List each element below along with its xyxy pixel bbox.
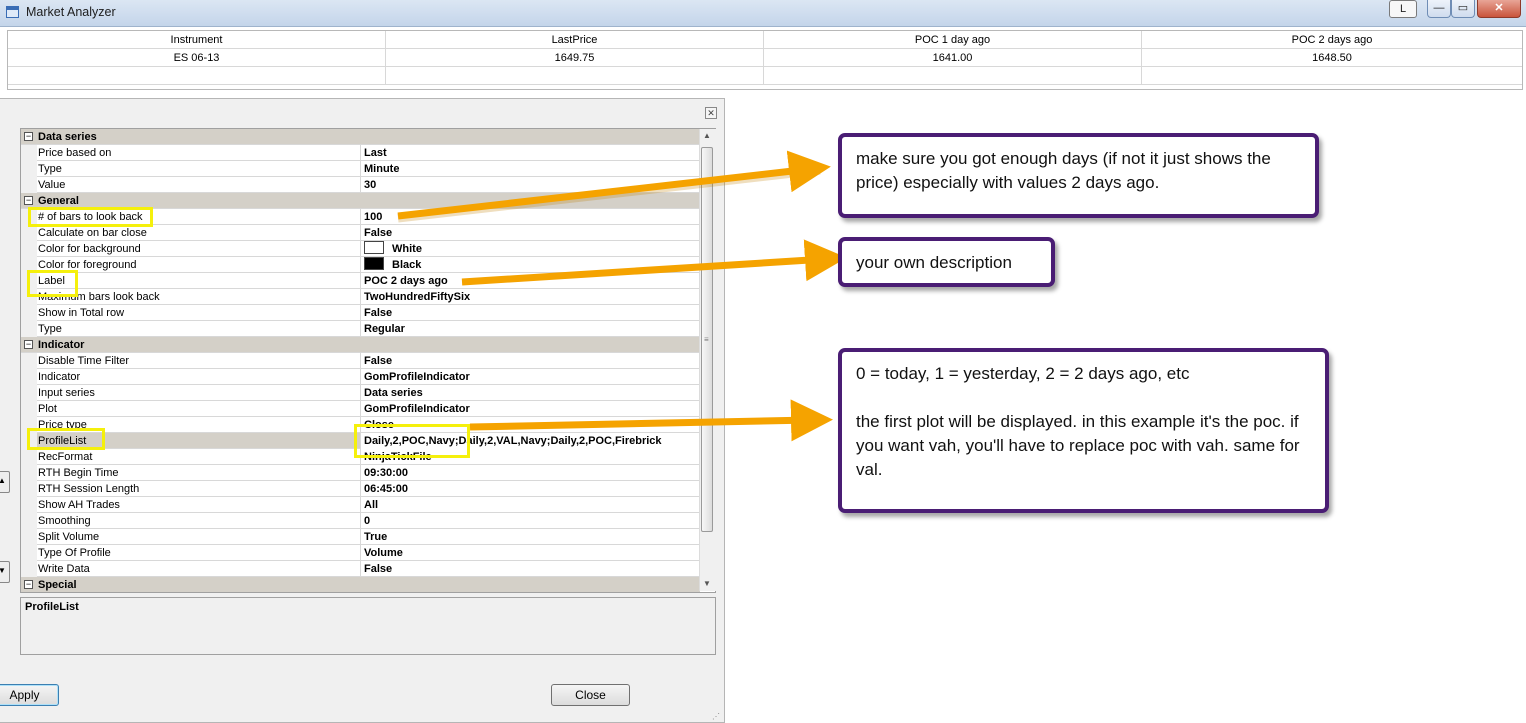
callout-own-description: your own description [838, 237, 1055, 287]
arrow-to-callout-2 [461, 239, 847, 286]
arrow-to-callout-1 [397, 150, 831, 220]
callout-enough-days: make sure you got enough days (if not it… [838, 133, 1319, 218]
callout-profilelist-explanation: 0 = today, 1 = yesterday, 2 = 2 days ago… [838, 348, 1329, 513]
arrow-to-callout-3 [469, 399, 833, 442]
